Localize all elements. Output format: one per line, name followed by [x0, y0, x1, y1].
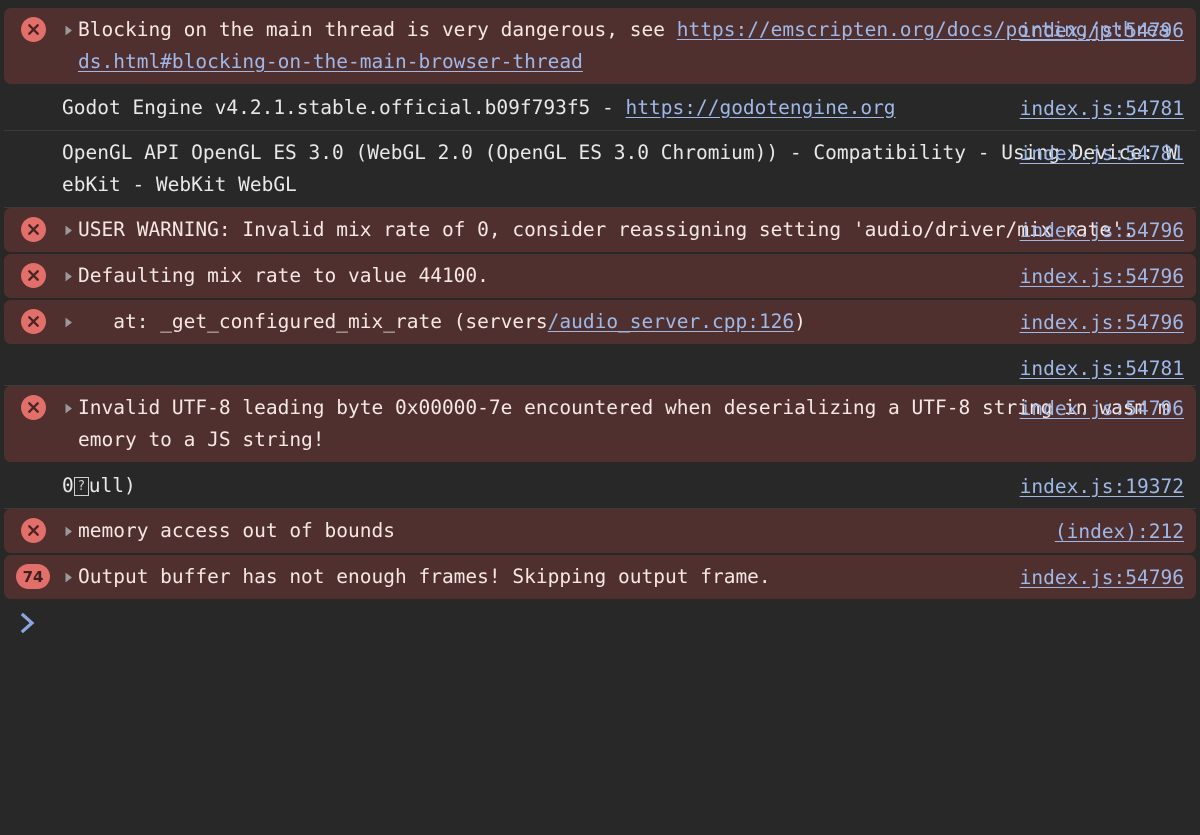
- message-gutter: 74: [4, 561, 62, 589]
- console-message-row[interactable]: 0? ull) index.js:19372: [4, 464, 1196, 509]
- error-circle-icon: [20, 263, 46, 288]
- source-link[interactable]: index.js:54796: [1020, 215, 1184, 247]
- triangle-right-icon[interactable]: [62, 260, 77, 283]
- source-link[interactable]: index.js:54781: [1020, 93, 1184, 125]
- source-link[interactable]: (index):212: [1055, 516, 1184, 548]
- message-text-post: ): [794, 310, 806, 333]
- repeat-count-badge: 74: [15, 564, 51, 589]
- chevron-right-icon: [18, 610, 40, 640]
- message-gutter: [4, 214, 62, 242]
- source-link[interactable]: index.js:54796: [1020, 261, 1184, 293]
- console-message-row[interactable]: index.js:54781: [4, 346, 1196, 386]
- console-prompt[interactable]: [0, 600, 1200, 650]
- triangle-right-icon[interactable]: [62, 561, 77, 584]
- console-message-row[interactable]: Invalid UTF-8 leading byte 0x00000-7e en…: [4, 386, 1196, 462]
- console-message-row[interactable]: USER WARNING: Invalid mix rate of 0, con…: [4, 208, 1196, 252]
- source-link[interactable]: index.js:54781: [1020, 138, 1184, 170]
- message-gutter: [4, 260, 62, 288]
- message-text-pre: Godot Engine v4.2.1.stable.official.b09f…: [62, 96, 626, 119]
- error-circle-icon: [20, 217, 46, 242]
- error-circle-icon: [20, 309, 46, 334]
- message-gutter: [4, 470, 62, 473]
- source-link[interactable]: index.js:54796: [1020, 562, 1184, 594]
- unprintable-char-glyph: ?: [73, 477, 89, 496]
- source-link[interactable]: index.js:19372: [1020, 471, 1184, 503]
- console-message-row[interactable]: Godot Engine v4.2.1.stable.official.b09f…: [4, 86, 1196, 131]
- console-message-row[interactable]: OpenGL API OpenGL ES 3.0 (WebGL 2.0 (Ope…: [4, 131, 1196, 208]
- console-prompt-input[interactable]: [40, 600, 1200, 650]
- console-message-row[interactable]: 74 Output buffer has not enough frames! …: [4, 555, 1196, 599]
- message-text-pre: 0: [62, 474, 74, 497]
- message-text: memory access out of bounds: [78, 519, 395, 542]
- source-link[interactable]: index.js:54781: [1020, 353, 1184, 385]
- message-gutter: [4, 352, 62, 355]
- message-gutter: [4, 392, 62, 420]
- message-text-pre: at: _get_configured_mix_rate (servers: [78, 310, 548, 333]
- message-gutter: [4, 92, 62, 95]
- triangle-right-icon[interactable]: [62, 306, 77, 329]
- message-gutter: [4, 14, 62, 42]
- triangle-right-icon[interactable]: [62, 14, 77, 37]
- message-gutter: [4, 137, 62, 140]
- console-message-row[interactable]: Blocking on the main thread is very dang…: [4, 8, 1196, 84]
- console-message-row[interactable]: Defaulting mix rate to value 44100. inde…: [4, 254, 1196, 298]
- console-message-row[interactable]: at: _get_configured_mix_rate (servers/au…: [4, 300, 1196, 344]
- devtools-console-panel[interactable]: Blocking on the main thread is very dang…: [0, 0, 1200, 835]
- source-link[interactable]: index.js:54796: [1020, 15, 1184, 47]
- error-circle-icon: [20, 518, 46, 543]
- source-link[interactable]: index.js:54796: [1020, 393, 1184, 425]
- error-circle-icon: [20, 17, 46, 42]
- message-gutter: [4, 515, 62, 543]
- message-text-post: ull): [88, 474, 136, 497]
- message-text-pre: Blocking on the main thread is very dang…: [78, 18, 677, 41]
- console-message-row[interactable]: memory access out of bounds (index):212: [4, 509, 1196, 553]
- message-link[interactable]: https://godotengine.org: [626, 96, 896, 119]
- triangle-right-icon[interactable]: [62, 392, 77, 415]
- error-circle-icon: [20, 395, 46, 420]
- source-link[interactable]: index.js:54796: [1020, 307, 1184, 339]
- triangle-right-icon[interactable]: [62, 515, 77, 538]
- triangle-right-icon[interactable]: [62, 214, 77, 237]
- message-link[interactable]: /audio_server.cpp:126: [548, 310, 795, 333]
- message-gutter: [4, 306, 62, 334]
